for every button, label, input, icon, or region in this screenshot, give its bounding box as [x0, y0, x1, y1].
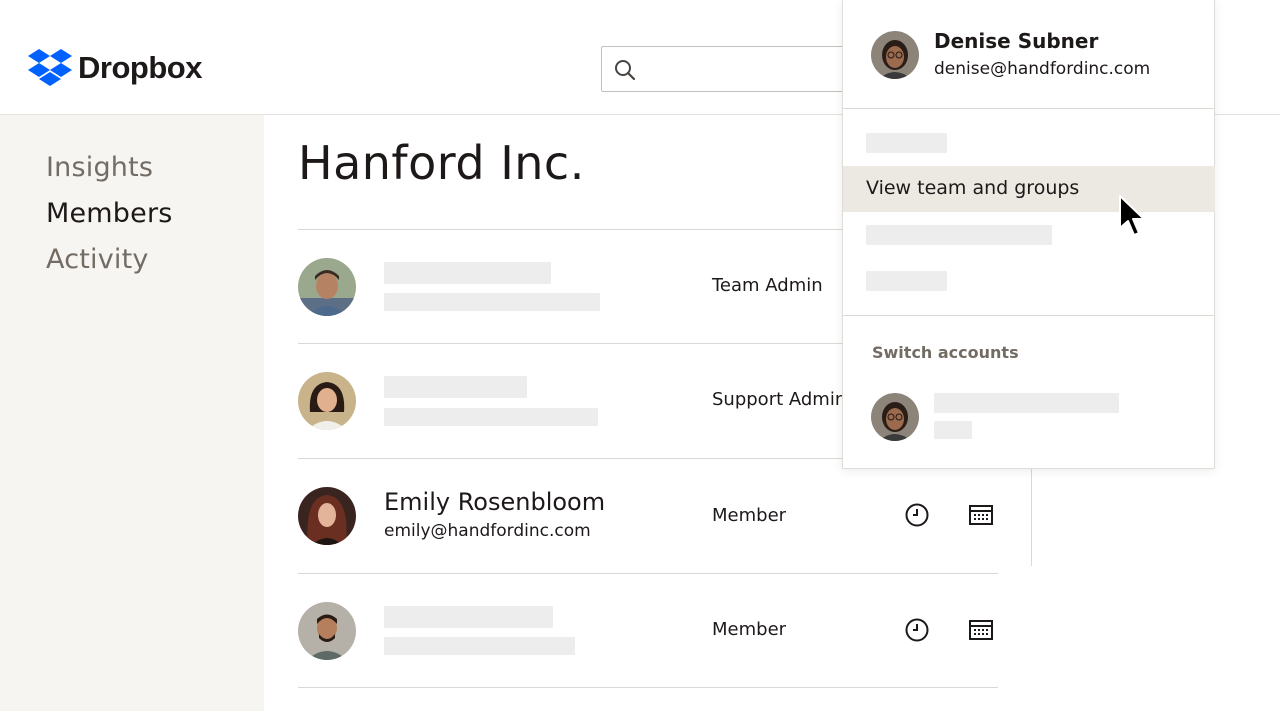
account-name-placeholder[interactable]: [934, 393, 1119, 413]
avatar: [298, 372, 356, 430]
sidebar-item-members[interactable]: Members: [46, 198, 173, 229]
search-icon: [615, 60, 636, 81]
avatar[interactable]: [871, 393, 919, 441]
email-placeholder: [384, 637, 575, 655]
member-role: Member: [712, 505, 787, 526]
avatar: [298, 258, 356, 316]
divider: [843, 315, 1215, 316]
name-placeholder: [384, 606, 553, 628]
account-name: Denise Subner: [934, 29, 1099, 53]
table-row[interactable]: Member: [298, 573, 998, 687]
dropbox-logo[interactable]: Dropbox: [28, 49, 202, 87]
column-divider: [1031, 468, 1032, 566]
menu-item-view-team-and-groups[interactable]: View team and groups: [843, 166, 1215, 212]
avatar: [298, 602, 356, 660]
search-input[interactable]: [601, 46, 861, 92]
account-email-placeholder: [934, 421, 972, 439]
avatar: [871, 31, 919, 79]
table-row[interactable]: Emily Rosenbloom emily@handfordinc.com M…: [298, 458, 998, 572]
divider: [298, 687, 998, 688]
menu-item[interactable]: [866, 225, 1052, 245]
member-role: Member: [712, 619, 787, 640]
account-menu: Denise Subner denise@handfordinc.com Vie…: [842, 0, 1215, 469]
clock-icon[interactable]: [904, 502, 930, 528]
email-placeholder: [384, 408, 598, 426]
brand-name: Dropbox: [78, 50, 202, 85]
sidebar: Insights Members Activity: [0, 115, 264, 711]
member-role: Team Admin: [712, 275, 823, 296]
divider: [843, 108, 1215, 109]
sidebar-item-insights[interactable]: Insights: [46, 152, 153, 183]
avatar: [298, 487, 356, 545]
clock-icon[interactable]: [904, 617, 930, 643]
account-email: denise@handfordinc.com: [934, 59, 1151, 79]
menu-item-label: View team and groups: [866, 177, 1080, 199]
member-name: Emily Rosenbloom: [384, 488, 606, 516]
page-title: Hanford Inc.: [298, 136, 585, 190]
email-placeholder: [384, 293, 600, 311]
dropbox-box-icon: [28, 49, 72, 86]
menu-item[interactable]: [866, 133, 947, 153]
sidebar-item-activity[interactable]: Activity: [46, 244, 149, 275]
mouse-cursor-icon: [1119, 195, 1145, 236]
switch-accounts-label: Switch accounts: [872, 343, 1019, 362]
menu-item[interactable]: [866, 271, 947, 291]
name-placeholder: [384, 376, 527, 398]
member-role: Support Admin: [712, 389, 847, 410]
name-placeholder: [384, 262, 551, 284]
calendar-icon[interactable]: [968, 502, 994, 528]
calendar-icon[interactable]: [968, 617, 994, 643]
admin-console: Dropbox Insights Members Activity Hanfor…: [0, 0, 1280, 711]
member-email: emily@handfordinc.com: [384, 521, 591, 541]
